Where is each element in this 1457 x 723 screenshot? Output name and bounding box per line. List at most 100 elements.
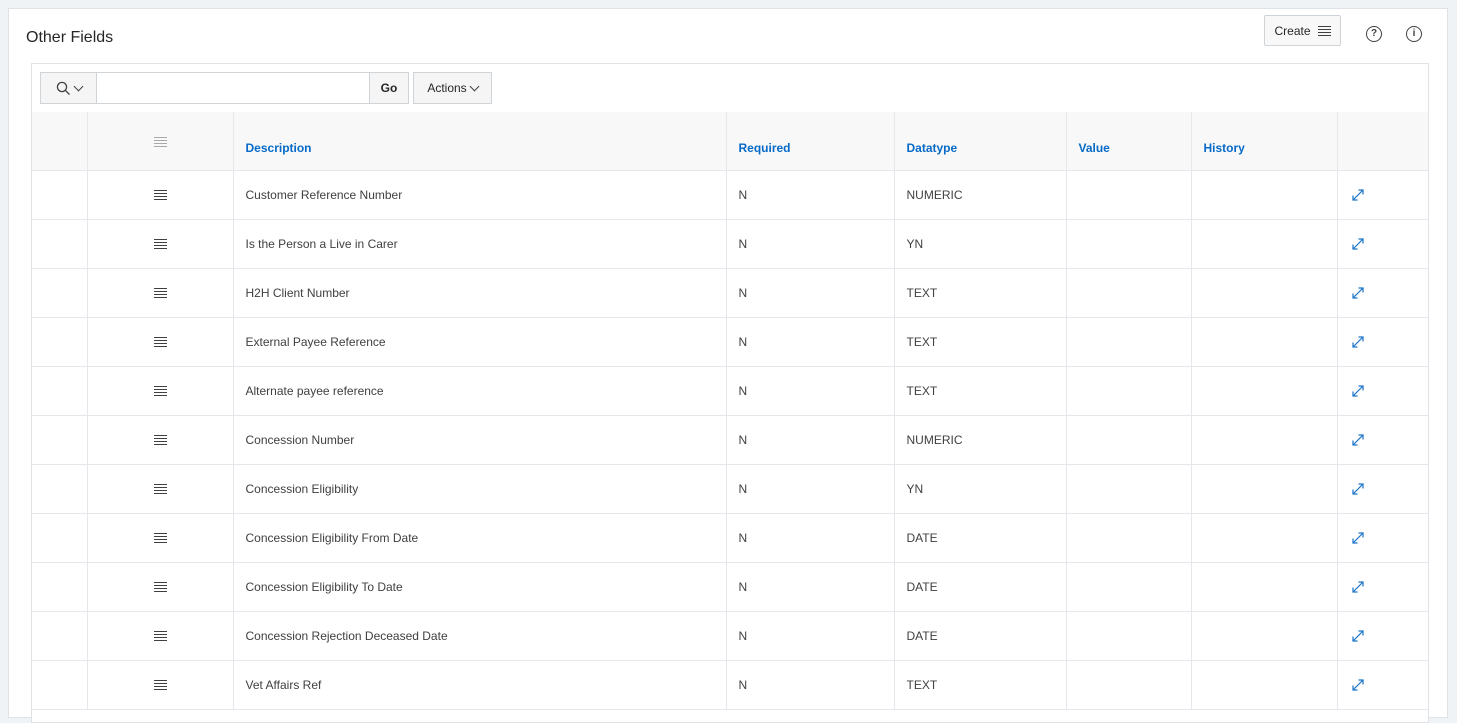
row-select-cell[interactable]: [32, 219, 88, 269]
column-header-value[interactable]: Value: [1066, 112, 1192, 171]
row-select-cell[interactable]: [32, 464, 88, 514]
expand-cell: [1337, 219, 1428, 269]
expand-icon[interactable]: [1350, 628, 1417, 644]
description-cell: External Payee Reference: [233, 317, 727, 367]
description-cell: Concession Number: [233, 415, 727, 465]
row-menu-cell[interactable]: [87, 219, 234, 269]
table-row: Concession Eligibility From Date N DATE: [32, 513, 1428, 563]
expand-icon[interactable]: [1350, 334, 1417, 350]
row-select-cell[interactable]: [32, 268, 88, 318]
row-menu-cell[interactable]: [87, 562, 234, 612]
row-select-cell[interactable]: [32, 562, 88, 612]
create-button[interactable]: Create: [1264, 15, 1341, 46]
row-menu-cell[interactable]: [87, 415, 234, 465]
other-fields-region: Other Fields Create ? i Go Actions Descr…: [8, 8, 1448, 723]
search-column-selector[interactable]: [41, 73, 97, 103]
menu-lines-icon[interactable]: [153, 386, 167, 397]
row-menu-cell[interactable]: [87, 268, 234, 318]
history-cell: [1191, 219, 1338, 269]
row-select-cell[interactable]: [32, 317, 88, 367]
history-cell: [1191, 317, 1338, 367]
datatype-cell: YN: [894, 219, 1067, 269]
row-menu-cell[interactable]: [87, 464, 234, 514]
help-icon[interactable]: ?: [1366, 26, 1382, 42]
actions-button[interactable]: Actions: [413, 72, 492, 104]
row-select-cell[interactable]: [32, 366, 88, 416]
value-cell: [1066, 660, 1192, 710]
expand-cell: [1337, 415, 1428, 465]
expand-icon[interactable]: [1350, 481, 1417, 497]
row-select-cell[interactable]: [32, 611, 88, 661]
table-row: H2H Client Number N TEXT: [32, 268, 1428, 318]
expand-icon[interactable]: [1350, 677, 1417, 693]
row-select-cell[interactable]: [32, 415, 88, 465]
row-select-cell[interactable]: [32, 170, 88, 220]
datatype-cell: DATE: [894, 562, 1067, 612]
description-cell: H2H Client Number: [233, 268, 727, 318]
menu-lines-icon[interactable]: [153, 239, 167, 250]
expand-header: [1337, 112, 1428, 171]
datatype-cell: YN: [894, 464, 1067, 514]
table-row: Concession Eligibility To Date N DATE: [32, 562, 1428, 612]
value-cell: [1066, 268, 1192, 318]
expand-icon[interactable]: [1350, 187, 1417, 203]
table-row: Concession Rejection Deceased Date N DATE: [32, 611, 1428, 661]
row-menu-cell[interactable]: [87, 366, 234, 416]
description-cell: Alternate payee reference: [233, 366, 727, 416]
chevron-down-icon: [469, 81, 480, 91]
history-cell: [1191, 170, 1338, 220]
row-menu-header: [87, 112, 234, 171]
value-cell: [1066, 366, 1192, 416]
expand-cell: [1337, 562, 1428, 612]
search-box: Go: [40, 72, 409, 104]
table-header-row: Description Required Datatype Value Hist…: [32, 112, 1428, 171]
expand-icon[interactable]: [1350, 432, 1417, 448]
column-header-description[interactable]: Description: [233, 112, 727, 171]
row-select-cell[interactable]: [32, 513, 88, 563]
menu-lines-icon: [153, 136, 167, 147]
search-input[interactable]: [97, 73, 369, 103]
value-cell: [1066, 611, 1192, 661]
datatype-cell: NUMERIC: [894, 170, 1067, 220]
row-menu-cell[interactable]: [87, 660, 234, 710]
expand-icon[interactable]: [1350, 383, 1417, 399]
history-cell: [1191, 366, 1338, 416]
table-row: Vet Affairs Ref N TEXT: [32, 660, 1428, 710]
row-menu-cell[interactable]: [87, 611, 234, 661]
go-button[interactable]: Go: [369, 73, 408, 103]
info-icon[interactable]: i: [1406, 26, 1422, 42]
row-menu-cell[interactable]: [87, 170, 234, 220]
history-cell: [1191, 268, 1338, 318]
report-table: Description Required Datatype Value Hist…: [32, 112, 1428, 710]
menu-lines-icon[interactable]: [153, 484, 167, 495]
history-cell: [1191, 660, 1338, 710]
expand-icon[interactable]: [1350, 236, 1417, 252]
menu-lines-icon[interactable]: [153, 435, 167, 446]
required-cell: N: [726, 464, 895, 514]
datatype-cell: NUMERIC: [894, 415, 1067, 465]
menu-lines-icon[interactable]: [153, 288, 167, 299]
column-header-history[interactable]: History: [1191, 112, 1338, 171]
menu-lines-icon[interactable]: [153, 190, 167, 201]
expand-cell: [1337, 611, 1428, 661]
interactive-report: Go Actions Description Required Datatype…: [31, 63, 1429, 723]
menu-lines-icon[interactable]: [153, 582, 167, 593]
history-cell: [1191, 562, 1338, 612]
menu-lines-icon[interactable]: [153, 680, 167, 691]
row-select-cell[interactable]: [32, 660, 88, 710]
table-row: Alternate payee reference N TEXT: [32, 366, 1428, 416]
required-cell: N: [726, 170, 895, 220]
menu-lines-icon[interactable]: [153, 337, 167, 348]
table-row: Is the Person a Live in Carer N YN: [32, 219, 1428, 269]
history-cell: [1191, 464, 1338, 514]
description-cell: Vet Affairs Ref: [233, 660, 727, 710]
column-header-datatype[interactable]: Datatype: [894, 112, 1067, 171]
row-menu-cell[interactable]: [87, 317, 234, 367]
menu-lines-icon[interactable]: [153, 533, 167, 544]
menu-lines-icon[interactable]: [153, 631, 167, 642]
expand-icon[interactable]: [1350, 579, 1417, 595]
expand-icon[interactable]: [1350, 285, 1417, 301]
row-menu-cell[interactable]: [87, 513, 234, 563]
column-header-required[interactable]: Required: [726, 112, 895, 171]
expand-icon[interactable]: [1350, 530, 1417, 546]
